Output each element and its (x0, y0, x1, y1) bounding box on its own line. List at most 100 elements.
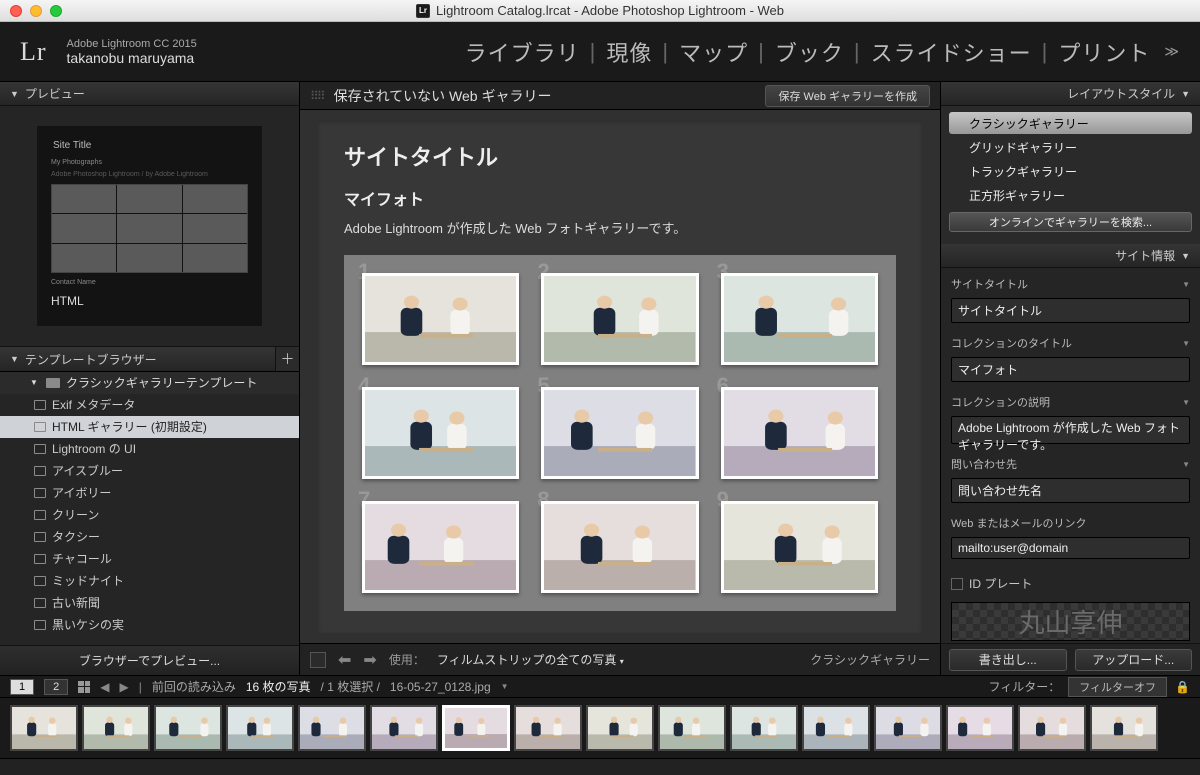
module-print[interactable]: プリント (1058, 36, 1150, 68)
module-slideshow[interactable]: スライドショー (871, 36, 1032, 68)
gallery-status: 保存されていない Web ギャラリー (334, 86, 552, 106)
prev-arrow-icon[interactable]: ⬅ (338, 650, 351, 670)
template-item[interactable]: アイスブルー (0, 460, 299, 482)
template-item[interactable]: アイボリー (0, 482, 299, 504)
disclosure-triangle-icon: ▼ (10, 354, 19, 364)
id-plate-label: ID プレート (969, 575, 1032, 592)
app-header: Lr Adobe Lightroom CC 2015 takanobu maru… (0, 22, 1200, 82)
gallery-cell[interactable]: 3 (721, 273, 878, 365)
source-label[interactable]: 前回の読み込み (152, 678, 236, 695)
filter-lock-icon[interactable]: 🔒 (1175, 680, 1190, 694)
screen-1-button[interactable]: 1 (10, 679, 34, 695)
photo-count: 16 枚の写真 (246, 678, 311, 695)
filmstrip-thumb[interactable] (154, 705, 222, 751)
selection-checkbox[interactable] (310, 652, 326, 668)
collection-description: Adobe Lightroom が作成した Web フォトギャラリーです。 (344, 218, 896, 237)
template-item[interactable]: チャコール (0, 548, 299, 570)
template-item[interactable]: ミッドナイト (0, 570, 299, 592)
app-icon: Lr (416, 4, 430, 18)
module-library[interactable]: ライブラリ (465, 36, 580, 68)
grip-icon: ⠿⠿ (310, 89, 324, 103)
collection-desc-label: コレクションの説明▼ (951, 394, 1190, 410)
filter-label: フィルター： (989, 678, 1061, 695)
nav-back-icon[interactable]: ◀ (100, 680, 109, 694)
module-overflow-icon[interactable]: ≫ (1164, 43, 1180, 60)
web-gallery-preview: サイトタイトル マイフォト Adobe Lightroom が作成した Web … (318, 120, 922, 633)
filmstrip-thumb[interactable] (1090, 705, 1158, 751)
filmstrip-thumb[interactable] (802, 705, 870, 751)
collection-title-input[interactable]: マイフォト (951, 357, 1190, 382)
filmstrip-thumb[interactable] (514, 705, 582, 751)
center-bottom-toolbar: ⬅ ➡ 使用： フィルムストリップの全ての写真 ▾ クラシックギャラリー (300, 643, 940, 675)
collection-desc-input[interactable]: Adobe Lightroom が作成した Web フォトギャラリーです。 (951, 416, 1190, 444)
module-map[interactable]: マップ (679, 36, 748, 68)
filmstrip-thumb[interactable] (226, 705, 294, 751)
gallery-cell[interactable]: 2 (541, 273, 698, 365)
layout-style-item[interactable]: トラックギャラリー (949, 160, 1192, 182)
id-plate-preview[interactable]: 丸山享伸 (951, 602, 1190, 641)
gallery-cell[interactable]: 9 (721, 501, 878, 593)
gallery-cell[interactable]: 1 (362, 273, 519, 365)
window-title: Lightroom Catalog.lrcat - Adobe Photosho… (436, 3, 784, 18)
filter-dropdown[interactable]: フィルターオフ (1068, 677, 1167, 697)
filmstrip[interactable] (0, 697, 1200, 759)
template-item[interactable]: Lightroom の UI (0, 438, 299, 460)
preview-in-browser-button[interactable]: ブラウザーでプレビュー... (0, 645, 299, 675)
module-develop[interactable]: 現像 (606, 36, 652, 68)
gallery-grid: 123 456 789 (344, 255, 896, 611)
site-title-input[interactable]: サイトタイトル (951, 298, 1190, 323)
filmstrip-thumb[interactable] (730, 705, 798, 751)
grid-view-icon[interactable] (78, 681, 90, 693)
layout-style-item[interactable]: グリッドギャラリー (949, 136, 1192, 158)
filmstrip-thumb[interactable] (442, 705, 510, 751)
nav-fwd-icon[interactable]: ▶ (119, 680, 128, 694)
identity-plate[interactable]: Adobe Lightroom CC 2015 takanobu maruyam… (67, 38, 197, 66)
layout-style-panel-header[interactable]: レイアウトスタイル ▼ (941, 82, 1200, 106)
horizontal-scrollbar[interactable] (0, 759, 1200, 775)
filmstrip-thumb[interactable] (82, 705, 150, 751)
next-arrow-icon[interactable]: ➡ (363, 650, 376, 670)
contact-label: 問い合わせ先▼ (951, 456, 1190, 472)
template-item[interactable]: HTML ギャラリー (初期設定) (0, 416, 299, 438)
id-plate-checkbox[interactable] (951, 578, 963, 590)
export-button[interactable]: 書き出し... (949, 649, 1067, 671)
filmstrip-thumb[interactable] (10, 705, 78, 751)
find-online-button[interactable]: オンラインでギャラリーを検索... (949, 212, 1192, 232)
use-source-dropdown[interactable]: フィルムストリップの全ての写真 ▾ (437, 651, 624, 668)
current-filename: 16-05-27_0128.jpg (390, 680, 491, 694)
module-book[interactable]: ブック (775, 36, 844, 68)
disclosure-triangle-icon: ▼ (1181, 89, 1190, 99)
upload-button[interactable]: アップロード... (1075, 649, 1193, 671)
filmstrip-thumb[interactable] (1018, 705, 1086, 751)
gallery-cell[interactable]: 6 (721, 387, 878, 479)
screen-2-button[interactable]: 2 (44, 679, 68, 695)
add-template-button[interactable]: ＋ (275, 347, 299, 371)
layout-style-item[interactable]: クラシックギャラリー (949, 112, 1192, 134)
gallery-cell[interactable]: 8 (541, 501, 698, 593)
filmstrip-thumb[interactable] (658, 705, 726, 751)
template-item[interactable]: タクシー (0, 526, 299, 548)
template-browser-panel-header[interactable]: ▼ テンプレートブラウザー (0, 347, 275, 371)
site-info-panel-header[interactable]: サイト情報 ▼ (941, 244, 1200, 268)
site-title-heading: サイトタイトル (344, 140, 896, 172)
preview-panel-header[interactable]: ▼ プレビュー (0, 82, 299, 106)
gallery-cell[interactable]: 4 (362, 387, 519, 479)
layout-style-item[interactable]: 正方形ギャラリー (949, 184, 1192, 206)
template-item[interactable]: 古い新聞 (0, 592, 299, 614)
style-name-label: クラシックギャラリー (810, 651, 930, 668)
filmstrip-thumb[interactable] (946, 705, 1014, 751)
gallery-cell[interactable]: 5 (541, 387, 698, 479)
site-title-label: サイトタイトル▼ (951, 276, 1190, 292)
filmstrip-thumb[interactable] (874, 705, 942, 751)
template-group[interactable]: ▼クラシックギャラリーテンプレート (0, 372, 299, 394)
template-item[interactable]: Exif メタデータ (0, 394, 299, 416)
link-input[interactable]: mailto:user@domain (951, 537, 1190, 559)
template-item[interactable]: クリーン (0, 504, 299, 526)
contact-input[interactable]: 問い合わせ先名 (951, 478, 1190, 503)
filmstrip-thumb[interactable] (370, 705, 438, 751)
gallery-cell[interactable]: 7 (362, 501, 519, 593)
create-saved-gallery-button[interactable]: 保存 Web ギャラリーを作成 (765, 85, 930, 107)
filmstrip-thumb[interactable] (586, 705, 654, 751)
filmstrip-thumb[interactable] (298, 705, 366, 751)
template-item[interactable]: 黒いケシの実 (0, 614, 299, 636)
